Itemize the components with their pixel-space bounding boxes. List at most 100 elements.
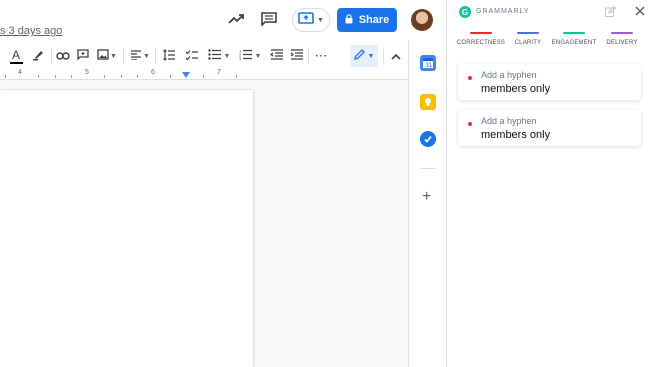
svg-text:3: 3	[239, 56, 242, 60]
last-edit-link[interactable]: s 3 days ago	[0, 25, 62, 37]
ruler-label: 6	[151, 69, 155, 76]
horizontal-ruler[interactable]: 4 5 6 7	[0, 68, 408, 80]
more-horizontal-icon: ⋯	[314, 48, 328, 63]
lock-icon	[345, 13, 353, 27]
delivery-bar	[611, 32, 633, 34]
toolbar-divider	[123, 49, 124, 63]
bulleted-list-icon	[207, 49, 221, 63]
grammarly-panel: G GRAMMARLY CORRECTNESS CLARITY ENGAGEME…	[446, 0, 650, 367]
chevron-up-icon	[391, 49, 401, 63]
toolbar-divider	[308, 49, 309, 63]
correctness-bar	[470, 32, 492, 34]
checklist-icon	[185, 49, 199, 64]
chevron-down-icon: ▼	[143, 52, 150, 60]
ruler-label: 7	[217, 69, 221, 76]
toolbar-divider	[155, 49, 156, 63]
suggestion-text: members only	[481, 129, 551, 141]
suggestion-card[interactable]: Add a hyphen members only	[458, 110, 641, 146]
add-comment-button[interactable]	[75, 45, 91, 67]
present-button[interactable]: ▼	[292, 8, 330, 32]
hide-menus-button[interactable]	[388, 45, 404, 67]
tab-label: DELIVERY	[606, 40, 638, 46]
share-button[interactable]: Share	[337, 8, 397, 32]
present-icon	[298, 11, 314, 29]
plus-icon: +	[422, 188, 432, 205]
ruler-tick	[170, 75, 171, 78]
get-add-ons-button[interactable]: +	[422, 189, 431, 205]
ruler-tick	[137, 75, 138, 78]
toolbar-divider	[51, 49, 52, 63]
ruler-tick	[236, 75, 237, 78]
ruler-label: 5	[85, 69, 89, 76]
suggestion-text: members only	[481, 83, 551, 95]
increase-indent-icon	[290, 49, 303, 63]
line-spacing-button[interactable]	[160, 45, 178, 67]
image-icon	[97, 49, 109, 63]
tab-correctness[interactable]: CORRECTNESS	[457, 32, 505, 46]
text-color-letter: A	[11, 47, 20, 62]
align-button[interactable]: ▼	[128, 45, 152, 67]
user-avatar[interactable]	[411, 9, 433, 31]
tab-label: CLARITY	[514, 40, 542, 46]
chevron-down-icon: ▼	[223, 52, 231, 60]
keep-icon[interactable]	[420, 94, 436, 110]
insert-image-button[interactable]: ▼	[95, 45, 119, 67]
ruler-tick	[121, 75, 122, 78]
decrease-indent-icon	[269, 49, 283, 63]
tab-clarity[interactable]: CLARITY	[511, 32, 545, 46]
decrease-indent-button[interactable]	[268, 45, 284, 67]
edit-icon[interactable]	[605, 5, 617, 20]
svg-text:31: 31	[426, 63, 433, 69]
line-spacing-icon	[162, 48, 176, 64]
chevron-down-icon: ▼	[367, 52, 375, 60]
ruler-tick	[71, 75, 72, 78]
tasks-icon[interactable]	[420, 131, 436, 147]
comments-button[interactable]	[258, 10, 280, 32]
close-icon[interactable]	[635, 4, 645, 19]
comment-icon	[261, 11, 277, 31]
side-panel: 31 +	[408, 40, 447, 367]
toolbar-divider	[383, 49, 384, 63]
grammarly-logo-letter: G	[461, 7, 469, 17]
tab-delivery[interactable]: DELIVERY	[605, 32, 639, 46]
chevron-down-icon: ▼	[110, 52, 117, 60]
text-color-button[interactable]: A	[8, 45, 24, 67]
add-comment-icon	[77, 48, 89, 64]
numbered-list-button[interactable]: 123 ▼	[237, 45, 263, 67]
highlighter-icon	[32, 49, 44, 64]
chevron-down-icon: ▼	[254, 52, 262, 60]
checklist-button[interactable]	[183, 45, 201, 67]
tab-engagement[interactable]: ENGAGEMENT	[551, 32, 597, 46]
correctness-dot-icon	[468, 122, 472, 126]
formatting-toolbar: A ▼ ▼ ▼ 1 2 3 ▼ ⋯ ▼	[0, 45, 408, 67]
suggestion-hint: Add a hyphen	[481, 116, 537, 126]
pencil-icon	[353, 49, 365, 63]
align-left-icon	[130, 49, 142, 63]
document-page[interactable]	[0, 90, 253, 367]
trending-up-icon	[228, 12, 244, 30]
tab-label: ENGAGEMENT	[551, 40, 597, 46]
more-options-button[interactable]: ⋯	[313, 45, 329, 67]
increase-indent-button[interactable]	[288, 45, 304, 67]
grammarly-logo-icon: G	[459, 6, 471, 18]
ruler-tick	[203, 75, 204, 78]
suggestion-card[interactable]: Add a hyphen members only	[458, 64, 641, 100]
highlight-color-button[interactable]	[30, 45, 46, 67]
insert-link-button[interactable]	[55, 45, 71, 67]
suggestion-hint: Add a hyphen	[481, 70, 537, 80]
bulleted-list-button[interactable]: ▼	[206, 45, 232, 67]
numbered-list-icon: 123	[239, 49, 252, 63]
activity-dashboard-button[interactable]	[225, 10, 247, 32]
side-panel-divider	[421, 168, 435, 169]
clarity-bar	[517, 32, 539, 34]
editing-mode-button[interactable]: ▼	[350, 45, 378, 67]
text-color-swatch	[9, 61, 23, 64]
ruler-tick	[104, 75, 105, 78]
ruler-label: 4	[18, 69, 22, 76]
share-label: Share	[358, 14, 390, 26]
calendar-icon[interactable]: 31	[420, 55, 436, 71]
ruler-tick	[5, 75, 6, 78]
right-indent-marker[interactable]	[182, 72, 190, 80]
correctness-dot-icon	[468, 76, 472, 80]
ruler-tick	[38, 75, 39, 78]
